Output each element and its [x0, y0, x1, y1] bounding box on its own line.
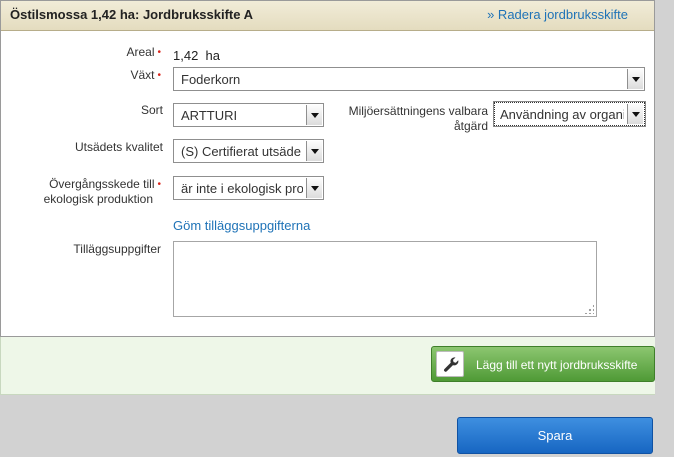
transition-stage-label: Övergångsskede till • ekologisk produktio…: [11, 177, 161, 207]
crop-select[interactable]: Foderkorn: [173, 67, 645, 91]
add-parcel-label: Lägg till ett nytt jordbruksskifte: [476, 358, 638, 372]
transition-stage-label-line2: ekologisk produktion: [43, 192, 153, 206]
panel-header: Östilsmossa 1,42 ha: Jordbruksskifte A »…: [1, 1, 654, 31]
seed-quality-label: Utsädets kvalitet: [74, 140, 163, 154]
variety-select[interactable]: ARTTURI: [173, 103, 324, 127]
chevron-down-icon[interactable]: [306, 141, 322, 161]
chevron-down-icon[interactable]: [627, 104, 643, 124]
environmental-measure-label-line2: åtgärd: [453, 119, 488, 133]
extra-info-label: Tilläggsuppgifter: [73, 242, 161, 256]
environmental-measure-select-value: Användning av organis: [500, 107, 624, 122]
required-mark: •: [157, 70, 161, 81]
extra-info-textarea[interactable]: [173, 241, 597, 317]
wrench-icon-svg: [444, 357, 459, 372]
environmental-measure-label: Miljöersättningens valbara åtgärd: [331, 104, 488, 134]
transition-stage-select[interactable]: är inte i ekologisk prod: [173, 176, 324, 200]
chevron-down-icon[interactable]: [306, 178, 322, 198]
resize-grip-icon[interactable]: [584, 304, 594, 314]
seed-quality-select-value: (S) Certifierat utsäde: [181, 144, 301, 159]
variety-label: Sort: [140, 103, 163, 117]
chevron-down-icon[interactable]: [627, 69, 643, 89]
variety-select-value: ARTTURI: [181, 108, 238, 123]
transition-stage-label-line1: Övergångsskede till: [49, 177, 155, 191]
crop-select-value: Foderkorn: [181, 72, 241, 87]
environmental-measure-select[interactable]: Användning av organis: [493, 101, 646, 127]
environmental-measure-label-line1: Miljöersättningens valbara: [348, 104, 488, 118]
crop-label: Växt •: [81, 68, 161, 83]
area-unit: ha: [205, 48, 221, 63]
wrench-icon: [436, 351, 464, 377]
required-mark: •: [157, 179, 161, 190]
panel-title: Östilsmossa 1,42 ha: Jordbruksskifte A: [10, 7, 254, 22]
save-button[interactable]: Spara: [457, 417, 653, 454]
crop-label-text: Växt: [130, 68, 155, 82]
area-value: 1,42 ha: [173, 48, 220, 63]
seed-quality-select[interactable]: (S) Certifierat utsäde: [173, 139, 324, 163]
parcel-panel: Östilsmossa 1,42 ha: Jordbruksskifte A »…: [0, 0, 655, 337]
transition-stage-select-value: är inte i ekologisk prod: [181, 181, 303, 196]
add-parcel-button[interactable]: Lägg till ett nytt jordbruksskifte: [431, 346, 655, 382]
area-label-text: Areal: [126, 45, 155, 59]
delete-parcel-link[interactable]: » Radera jordbruksskifte: [487, 7, 628, 22]
chevron-down-icon[interactable]: [306, 105, 322, 125]
hide-extra-info-link[interactable]: Göm tilläggsuppgifterna: [173, 218, 310, 233]
area-label: Areal •: [81, 45, 161, 60]
area-number: 1,42: [173, 48, 199, 63]
required-mark: •: [157, 47, 161, 58]
